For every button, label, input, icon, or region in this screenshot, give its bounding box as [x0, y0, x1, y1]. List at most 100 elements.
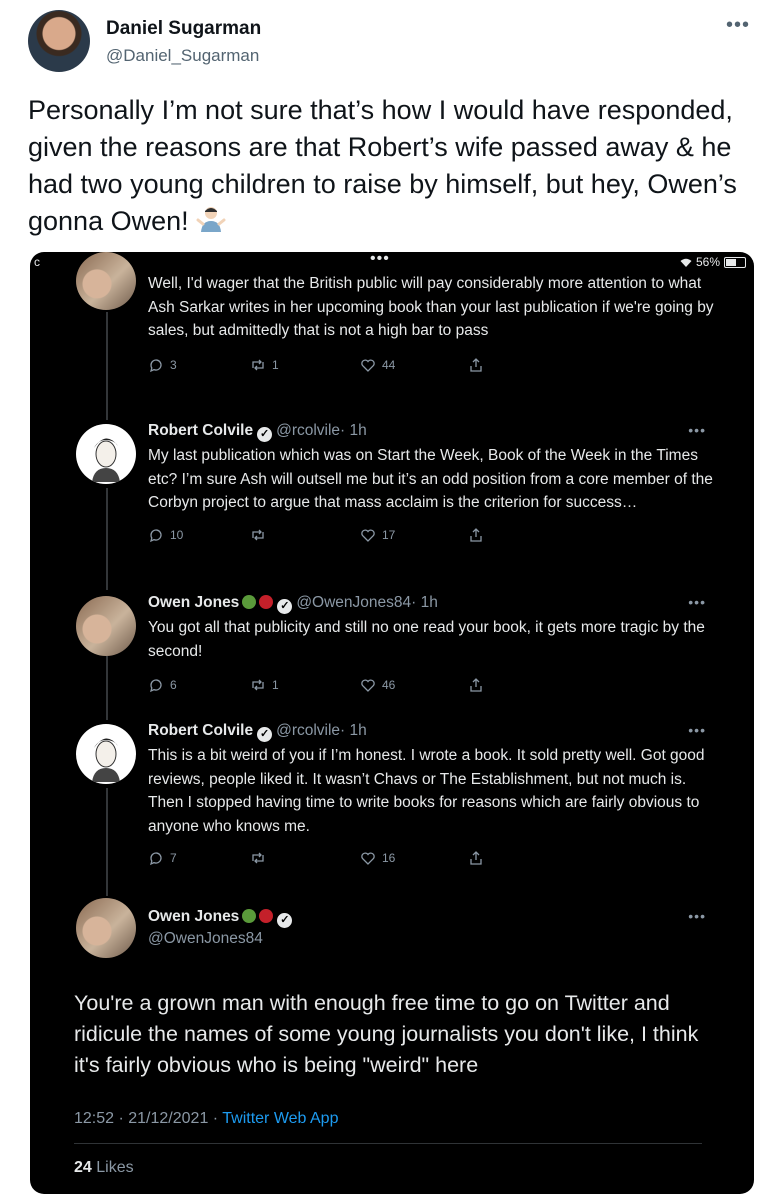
- author-handle[interactable]: @Daniel_Sugarman: [106, 46, 259, 66]
- tweet-header: Owen Jones ✓: [148, 908, 714, 930]
- battery-icon: [724, 256, 746, 268]
- tweet-time[interactable]: · 1h: [340, 722, 367, 739]
- battery-percent: 56%: [695, 255, 720, 269]
- tweet-text: This is a bit weird of you if I’m honest…: [148, 747, 705, 835]
- more-options-icon[interactable]: •••: [688, 594, 706, 610]
- tweet-time[interactable]: · 1h: [340, 422, 367, 439]
- author-name[interactable]: Robert Colvile: [148, 422, 253, 439]
- rose-emoji-icon: [259, 909, 274, 923]
- thread-line: [106, 312, 108, 420]
- divider: [74, 1143, 702, 1144]
- status-right: 56%: [680, 255, 746, 269]
- reply-button[interactable]: 3: [148, 357, 177, 373]
- tweet-header: Robert Colvile ✓ @rcolvile· 1h: [148, 422, 714, 444]
- share-button[interactable]: [468, 527, 484, 543]
- timestamp-text[interactable]: 12:52 · 21/12/2021 ·: [74, 1110, 218, 1127]
- author-handle[interactable]: @OwenJones84: [148, 930, 714, 948]
- retweet-icon: [252, 679, 264, 691]
- tree-emoji-icon: [242, 595, 257, 609]
- reply-button[interactable]: 6: [148, 677, 177, 693]
- tweet-text: Personally I’m not sure that’s how I wou…: [28, 92, 748, 240]
- thread-line: [106, 788, 108, 896]
- thread-line: [106, 488, 108, 590]
- like-button[interactable]: 16: [360, 850, 395, 866]
- like-button[interactable]: 46: [360, 677, 395, 693]
- avatar[interactable]: [28, 10, 90, 72]
- heart-icon: [361, 528, 375, 542]
- share-icon: [470, 851, 482, 865]
- reply-icon: [150, 358, 162, 372]
- more-options-icon[interactable]: •••: [726, 14, 750, 37]
- verified-badge-icon: ✓: [257, 427, 273, 442]
- tweet-actions: 3 1 44: [148, 357, 714, 379]
- like-button[interactable]: 17: [360, 527, 395, 543]
- tweet-time[interactable]: · 1h: [411, 594, 438, 611]
- avatar[interactable]: [76, 252, 136, 310]
- status-bar: c ••• 56%: [30, 252, 754, 274]
- retweet-count: 1: [272, 357, 279, 372]
- avatar[interactable]: [76, 724, 136, 784]
- author-name[interactable]: Robert Colvile: [148, 722, 253, 739]
- tweet-actions: 7 16: [148, 850, 714, 872]
- reply-count: 10: [170, 527, 184, 542]
- like-button[interactable]: 44: [360, 357, 395, 373]
- retweet-button[interactable]: [250, 527, 272, 543]
- verified-badge-icon: ✓: [257, 727, 273, 742]
- retweet-count: 1: [272, 678, 279, 692]
- avatar[interactable]: [76, 596, 136, 656]
- retweet-icon: [252, 529, 264, 540]
- reply-count: 7: [170, 851, 177, 865]
- tweet-text: You got all that publicity and still no …: [148, 619, 705, 660]
- share-button[interactable]: [468, 850, 484, 866]
- likes-summary[interactable]: 24 Likes: [74, 1159, 134, 1177]
- author-name[interactable]: Owen Jones: [148, 594, 239, 611]
- heart-icon: [361, 358, 375, 372]
- share-button[interactable]: [468, 677, 484, 693]
- retweet-button[interactable]: 1: [250, 677, 279, 693]
- more-options-icon[interactable]: •••: [688, 908, 706, 924]
- likes-count: 24: [74, 1159, 92, 1176]
- status-dots: •••: [370, 252, 390, 267]
- verified-badge-icon: ✓: [277, 599, 293, 614]
- tweet-timestamp: 12:52 · 21/12/2021 · Twitter Web App: [74, 1110, 338, 1128]
- man-shrugging-icon: [196, 207, 226, 232]
- retweet-icon: [252, 359, 264, 370]
- thread-line: [106, 656, 108, 720]
- author-handle[interactable]: @OwenJones84: [296, 594, 411, 611]
- retweet-button[interactable]: 1: [250, 357, 279, 373]
- tree-emoji-icon: [242, 909, 257, 923]
- likes-label: Likes: [96, 1159, 134, 1176]
- reply-count: 3: [170, 357, 177, 372]
- more-options-icon[interactable]: •••: [688, 422, 706, 438]
- heart-icon: [361, 852, 375, 865]
- like-count: 17: [382, 527, 396, 542]
- like-count: 44: [382, 357, 396, 372]
- main-tweet-text: You're a grown man with enough free time…: [74, 991, 699, 1077]
- tweet-text: My last publication which was on Start t…: [148, 447, 713, 511]
- status-left: c: [34, 255, 40, 269]
- embedded-screenshot: c ••• 56% Well, I'd wager that the Briti…: [30, 252, 754, 1194]
- share-icon: [470, 678, 482, 692]
- avatar[interactable]: [76, 424, 136, 484]
- author-handle[interactable]: @rcolvile: [276, 722, 340, 739]
- main-tweet-header[interactable]: Owen Jones ✓ @OwenJones84 •••: [70, 898, 714, 964]
- author-handle[interactable]: @rcolvile: [276, 422, 340, 439]
- outer-tweet-header: Daniel Sugarman @Daniel_Sugarman •••: [28, 10, 750, 74]
- reply-button[interactable]: 7: [148, 850, 177, 866]
- reply-button[interactable]: 10: [148, 527, 183, 543]
- tweet-header: Owen Jones ✓ @OwenJones84· 1h: [148, 594, 714, 616]
- author-name[interactable]: Owen Jones: [148, 908, 239, 925]
- source-app-link[interactable]: Twitter Web App: [222, 1110, 338, 1127]
- share-button[interactable]: [468, 357, 484, 373]
- like-count: 46: [382, 678, 396, 692]
- author-name[interactable]: Daniel Sugarman: [106, 18, 261, 40]
- heart-icon: [361, 679, 375, 692]
- tweet-actions: 10 17: [148, 527, 714, 549]
- more-options-icon[interactable]: •••: [688, 722, 706, 738]
- verified-badge-icon: ✓: [277, 913, 293, 928]
- retweet-icon: [252, 852, 264, 864]
- retweet-button[interactable]: [250, 850, 272, 866]
- rose-emoji-icon: [259, 595, 274, 609]
- avatar[interactable]: [76, 898, 136, 958]
- reply-icon: [150, 528, 162, 542]
